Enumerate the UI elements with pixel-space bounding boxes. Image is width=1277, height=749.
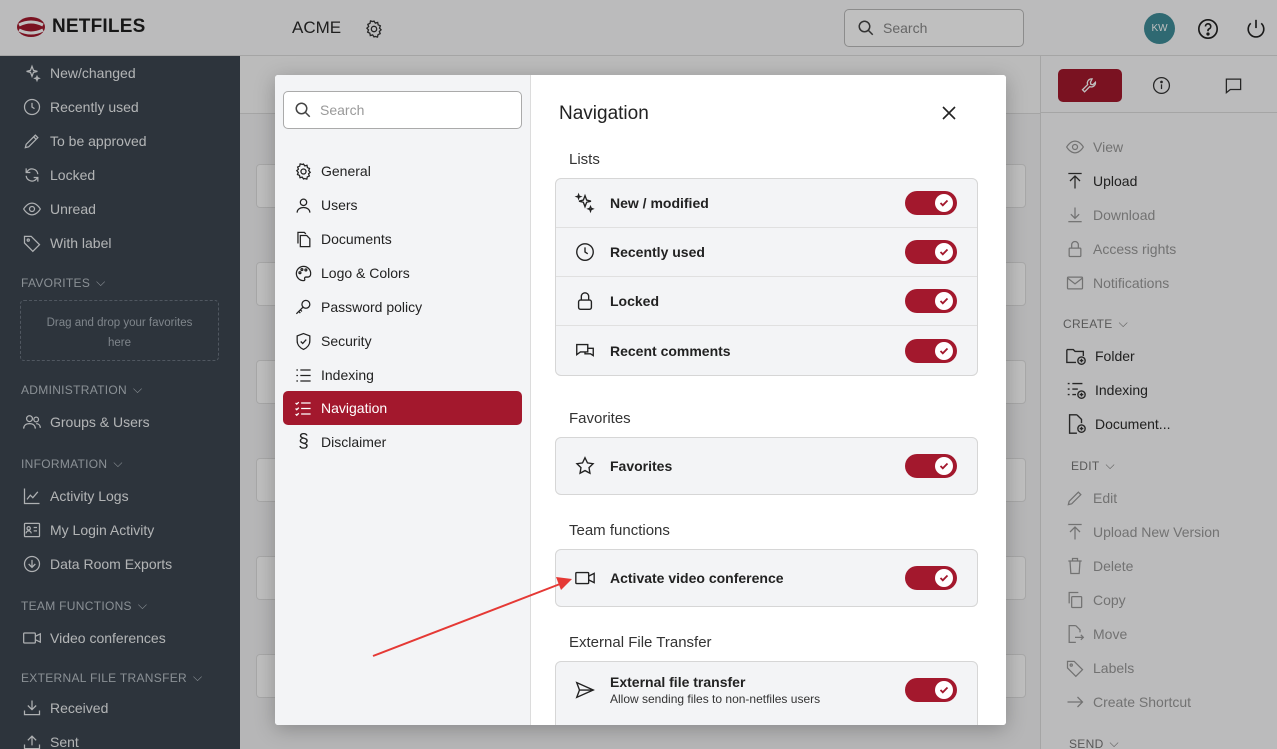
team-functions-card: Activate video conference [555,549,978,607]
setting-label: External file transfer [610,674,746,690]
settings-search-input[interactable]: Search [283,91,522,129]
nav-label: Disclaimer [321,434,387,450]
lock-icon [577,292,593,310]
nav-label: Users [321,197,358,213]
shield-icon [296,332,311,350]
group-title-external-file-transfer: External File Transfer [569,634,712,651]
user-icon [296,198,311,213]
nav-label: Security [321,333,372,349]
group-title-favorites: Favorites [569,410,631,427]
check-icon [935,194,953,212]
nav-label: Password policy [321,299,423,315]
setting-row-new-modified: New / modified [556,179,977,228]
list-icon [296,368,311,382]
clock-icon [576,243,594,261]
settings-nav-disclaimer[interactable]: § Disclaimer [283,425,522,459]
close-icon[interactable] [941,105,957,121]
key-icon [295,299,311,314]
nav-label: Indexing [321,367,374,383]
gear-icon [295,162,312,180]
toggle-switch[interactable] [905,240,957,264]
check-icon [935,681,953,699]
setting-label: New / modified [610,195,709,211]
check-icon [935,243,953,261]
toggle-switch[interactable] [905,454,957,478]
settings-nav-documents[interactable]: Documents [283,222,522,256]
group-title-lists: Lists [569,151,600,168]
palette-icon [295,265,312,281]
nav-label: Documents [321,231,392,247]
setting-row-external-file-transfer: External file transfer Allow sending fil… [556,662,977,718]
send-icon [575,681,595,699]
documents-icon [297,231,311,247]
settings-nav-users[interactable]: Users [283,188,522,222]
settings-nav-navigation[interactable]: Navigation [283,391,522,425]
setting-row-locked: Locked [556,277,977,326]
toggle-switch[interactable] [905,678,957,702]
checklist-icon [295,401,311,416]
toggle-switch[interactable] [905,566,957,590]
setting-label: Recent comments [610,342,731,359]
check-icon [935,569,953,587]
check-icon [935,341,953,360]
nav-label: General [321,163,371,179]
setting-row-favorites: Favorites [556,438,977,494]
favorites-card: Favorites [555,437,978,495]
settings-title: Navigation [559,103,649,124]
setting-row-recent-comments: Recent comments [556,326,977,375]
lists-card: New / modified Recently used Locked Rece… [555,178,978,376]
star-icon [575,456,595,475]
check-icon [935,457,953,475]
setting-label: Activate video conference [610,570,784,586]
settings-nav-logo-colors[interactable]: Logo & Colors [283,256,522,290]
settings-dialog: Search General Users Documents Logo & Co… [275,75,1006,725]
settings-content: Navigation Lists New / modified Recently… [531,75,1006,725]
comments-icon [576,343,594,357]
setting-label: Locked [610,293,660,309]
settings-nav-password-policy[interactable]: Password policy [283,290,522,324]
setting-row-video-conference: Activate video conference [556,550,977,606]
external-file-transfer-card: External file transfer Allow sending fil… [555,661,978,725]
search-icon [295,102,311,118]
setting-row-recently-used: Recently used [556,228,977,277]
check-icon [935,292,953,310]
toggle-switch[interactable] [905,191,957,215]
setting-label: Favorites [610,458,673,474]
setting-description: Allow sending files to non-netfiles user… [610,692,821,706]
nav-label: Navigation [321,400,388,416]
toggle-switch[interactable] [905,289,957,313]
nav-label: Logo & Colors [321,265,410,281]
settings-nav-security[interactable]: Security [283,324,522,358]
video-icon [575,571,595,585]
settings-nav: Search General Users Documents Logo & Co… [275,75,531,725]
settings-nav-general[interactable]: General [283,154,522,188]
search-placeholder: Search [320,102,365,118]
group-title-team-functions: Team functions [569,522,670,539]
settings-nav-indexing[interactable]: Indexing [283,358,522,392]
setting-label: Recently used [610,244,705,260]
toggle-switch[interactable] [905,338,957,363]
section-sign-icon: § [298,431,309,452]
sparkle-icon [574,192,595,214]
